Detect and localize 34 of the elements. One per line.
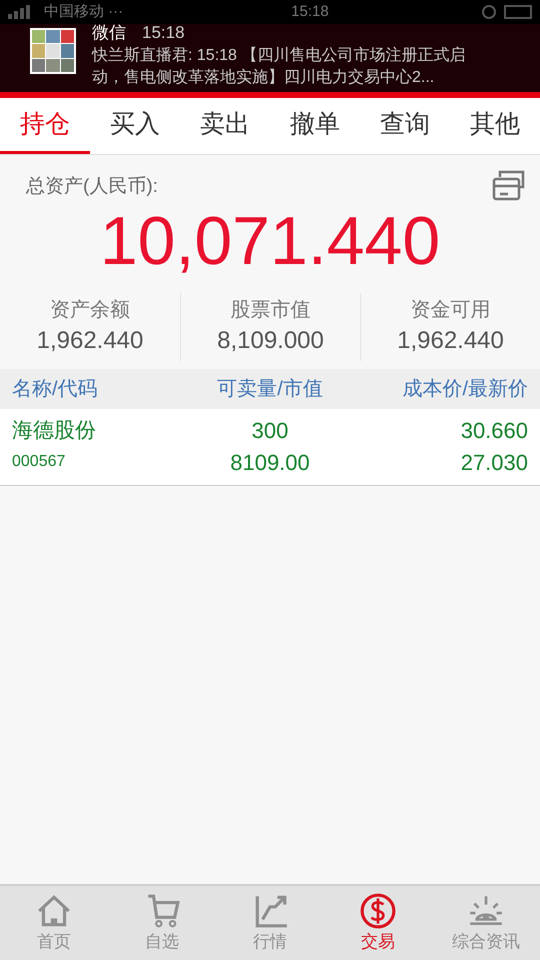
available-quantity: 300 (252, 417, 288, 445)
stat-value: 1,962.440 (36, 326, 144, 356)
battery-icon (504, 5, 532, 19)
market-value: 8109.00 (230, 449, 310, 477)
alarm-icon (482, 5, 496, 19)
stock-name: 海德股份 (12, 418, 97, 444)
column-header: 名称/代码 (12, 377, 99, 402)
dollar-icon (359, 892, 397, 930)
tab[interactable]: 买入 (90, 98, 180, 154)
tab[interactable]: 撤单 (270, 98, 360, 154)
column-header: 可卖量/市值 (216, 377, 324, 402)
stat-label: 股票市值 (230, 298, 310, 323)
total-assets-value: 10,071.440 (98, 203, 442, 279)
latest-price: 27.030 (460, 449, 528, 477)
stat-label: 资产余额 (50, 298, 130, 323)
stat-label: 资金可用 (410, 298, 490, 323)
stat-value: 8,109.000 (217, 326, 324, 356)
app-icon (30, 28, 76, 74)
status-time: 15:18 (291, 2, 329, 22)
total-assets-label: 总资产(人民币): (26, 175, 158, 199)
tab[interactable]: 其他 (450, 98, 540, 154)
cost-price: 30.660 (460, 417, 528, 445)
stock-code: 000567 (12, 452, 66, 472)
notification-text: 快兰斯直播君: 15:18 【四川售电公司市场注册正式启动，售电侧改革落地实施】四川电力交易中心2... (92, 46, 466, 88)
notification-card[interactable]: 微信 15:18 快兰斯直播君: 15:18 【四川售电公司市场注册正式启动，售电侧改革落地实施】四川电力交易中心2... (0, 24, 540, 92)
carrier-name: 中国移动 ··· (44, 2, 124, 22)
notification-time: 15:18 (142, 23, 185, 43)
tab[interactable]: 卖出 (180, 98, 270, 154)
stat-value: 1,962.440 (397, 326, 504, 356)
column-header: 成本价/最新价 (401, 377, 528, 402)
tab[interactable]: 持仓 (0, 98, 90, 154)
notification-app: 微信 (92, 23, 126, 43)
nav-tab[interactable]: 交易 (324, 886, 432, 960)
tab[interactable]: 查询 (360, 98, 450, 154)
